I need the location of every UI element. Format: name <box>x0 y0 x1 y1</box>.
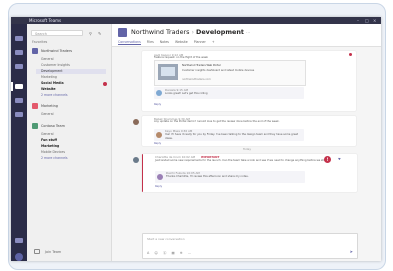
team-contoso[interactable]: Contoso Team <box>32 123 107 129</box>
notification-badge <box>103 82 107 86</box>
meetings-icon[interactable] <box>15 64 23 69</box>
avatar <box>157 174 163 180</box>
channel-development-selected[interactable]: Development <box>36 69 106 74</box>
close-icon[interactable]: × <box>373 18 376 23</box>
filter-icon[interactable]: ⚲ <box>89 31 92 36</box>
channel-marketing[interactable]: Marketing <box>41 144 59 149</box>
reply-text: Thanks Charlotte, I'll review this after… <box>166 175 249 178</box>
card-link[interactable]: northwindtraders.com <box>182 78 300 82</box>
join-team-icon[interactable] <box>34 249 40 254</box>
tab-planner[interactable]: Planner <box>194 40 206 44</box>
title-bar: Microsoft Teams – □ × <box>11 17 381 24</box>
channel-header: Northwind Traders › Development ⋯ Conversa… <box>112 24 381 47</box>
maximize-icon[interactable]: □ <box>365 18 369 23</box>
files-icon[interactable] <box>15 98 23 103</box>
channel-main: Northwind Traders › Development ⋯ Conversa… <box>112 24 381 261</box>
teams-sidebar: Search ⚲ ✎ Favorites Northwind Traders G… <box>27 24 112 261</box>
join-team-link[interactable]: Join Team <box>45 250 61 254</box>
composer-toolbar[interactable]: A ☺ ⓖ ▦ ⊕ … <box>147 250 193 255</box>
channel-name: Development <box>196 28 244 36</box>
channel-general[interactable]: General <box>41 57 54 62</box>
composer-placeholder: Start a new conversation <box>147 237 185 241</box>
send-icon[interactable]: ➤ <box>350 249 353 254</box>
rail-active-indicator <box>11 82 13 91</box>
tab-bar: Conversations Files Notes Website Planne… <box>118 39 220 45</box>
reply-button[interactable]: Reply <box>154 142 161 145</box>
team-name: Marketing <box>41 104 58 108</box>
team-tile <box>32 48 38 54</box>
channel-general[interactable]: General <box>41 132 54 137</box>
urgent-badge: ! <box>324 156 331 163</box>
channel-website[interactable]: Website <box>41 87 56 92</box>
team-logo <box>118 28 127 37</box>
add-tab-button[interactable]: + <box>212 40 215 44</box>
reply-button[interactable]: Reply <box>154 103 161 106</box>
card-title: Northwind Traders Web Portal <box>182 64 221 67</box>
channel-customer-insights[interactable]: Customer Insights <box>41 63 70 68</box>
message-thread: Aadi Kapoor 9:12 AM Feature request: on … <box>142 51 356 111</box>
team-name: Northwind Traders <box>41 49 73 53</box>
teams-window: Microsoft Teams – □ × Search ⚲ ✎ Favorit… <box>11 17 381 261</box>
team-northwind[interactable]: Northwind Traders <box>32 48 107 54</box>
team-tile <box>32 103 38 109</box>
more-options-icon[interactable]: ⋯ <box>246 30 250 35</box>
reply-text: Looks great! Let's get this rolling <box>165 92 208 95</box>
help-icon[interactable] <box>15 238 23 243</box>
title-separator: › <box>191 28 195 36</box>
preview-image <box>158 64 178 80</box>
reply-item: Daichi Fukuda 10:05 AM Thanks Charlotte,… <box>155 171 305 183</box>
team-name: Contoso Team <box>41 124 65 128</box>
app-rail <box>11 24 27 261</box>
team-marketing[interactable]: Marketing <box>32 103 107 109</box>
reply-button[interactable]: Reply <box>155 185 162 188</box>
avatar <box>156 90 162 96</box>
teams-icon[interactable] <box>15 84 23 89</box>
reply-text: Yes! I'll have it ready for you by Frida… <box>165 133 299 140</box>
message-text: Any update on the Portal demo? I would l… <box>154 120 280 123</box>
tab-files[interactable]: Files <box>147 40 154 44</box>
window-title: Microsoft Teams <box>29 18 62 23</box>
channel-mobile-devices[interactable]: Mobile Devices <box>41 150 65 155</box>
minimize-icon[interactable]: – <box>357 18 359 23</box>
search-input[interactable]: Search <box>31 30 83 36</box>
chat-icon[interactable] <box>15 50 23 55</box>
message-text: Just landed some new requirements for th… <box>155 159 328 162</box>
more-icon[interactable] <box>15 112 23 117</box>
like-icon[interactable]: ♥ <box>338 157 341 161</box>
channel-fun-stuff[interactable]: Fun stuff <box>41 138 57 143</box>
avatar <box>133 119 139 125</box>
message-composer[interactable]: Start a new conversation A ☺ ⓖ ▦ ⊕ … ➤ <box>142 233 358 259</box>
tab-website[interactable]: Website <box>175 40 188 44</box>
compose-icon[interactable]: ✎ <box>98 31 101 36</box>
user-avatar[interactable] <box>15 253 23 261</box>
avatar <box>156 132 162 138</box>
team-title: Northwind Traders <box>131 28 190 36</box>
activity-icon[interactable] <box>15 36 23 41</box>
channel-title: Northwind Traders › Development ⋯ <box>131 28 250 37</box>
section-label: Favorites <box>32 40 48 44</box>
preview-screen <box>161 67 175 76</box>
avatar <box>133 157 139 163</box>
tab-notes[interactable]: Notes <box>160 40 169 44</box>
date-separator: Today <box>242 147 252 151</box>
message-thread: Babak Shammas 9:30 AM Any update on the … <box>142 116 356 146</box>
tab-conversations[interactable]: Conversations <box>118 40 141 45</box>
reply-item: Kayo Miwa 9:36 AM Yes! I'll have it read… <box>154 129 304 141</box>
more-channels-link[interactable]: 2 more channels <box>41 93 68 98</box>
channel-social-media[interactable]: Social Media <box>41 81 64 86</box>
team-tile <box>32 123 38 129</box>
card-desc: Customer insights dashboard and latest m… <box>182 69 255 72</box>
mention-icon <box>349 53 352 56</box>
more-channels-link[interactable]: 2 more channels <box>41 156 68 161</box>
channel-marketing[interactable]: Marketing <box>41 75 57 80</box>
link-preview-card[interactable]: Northwind Traders Web Portal Customer in… <box>154 60 306 86</box>
reply-item: Daniela 9:15 AM Looks great! Let's get t… <box>154 87 304 99</box>
channel-general[interactable]: General <box>41 112 54 117</box>
